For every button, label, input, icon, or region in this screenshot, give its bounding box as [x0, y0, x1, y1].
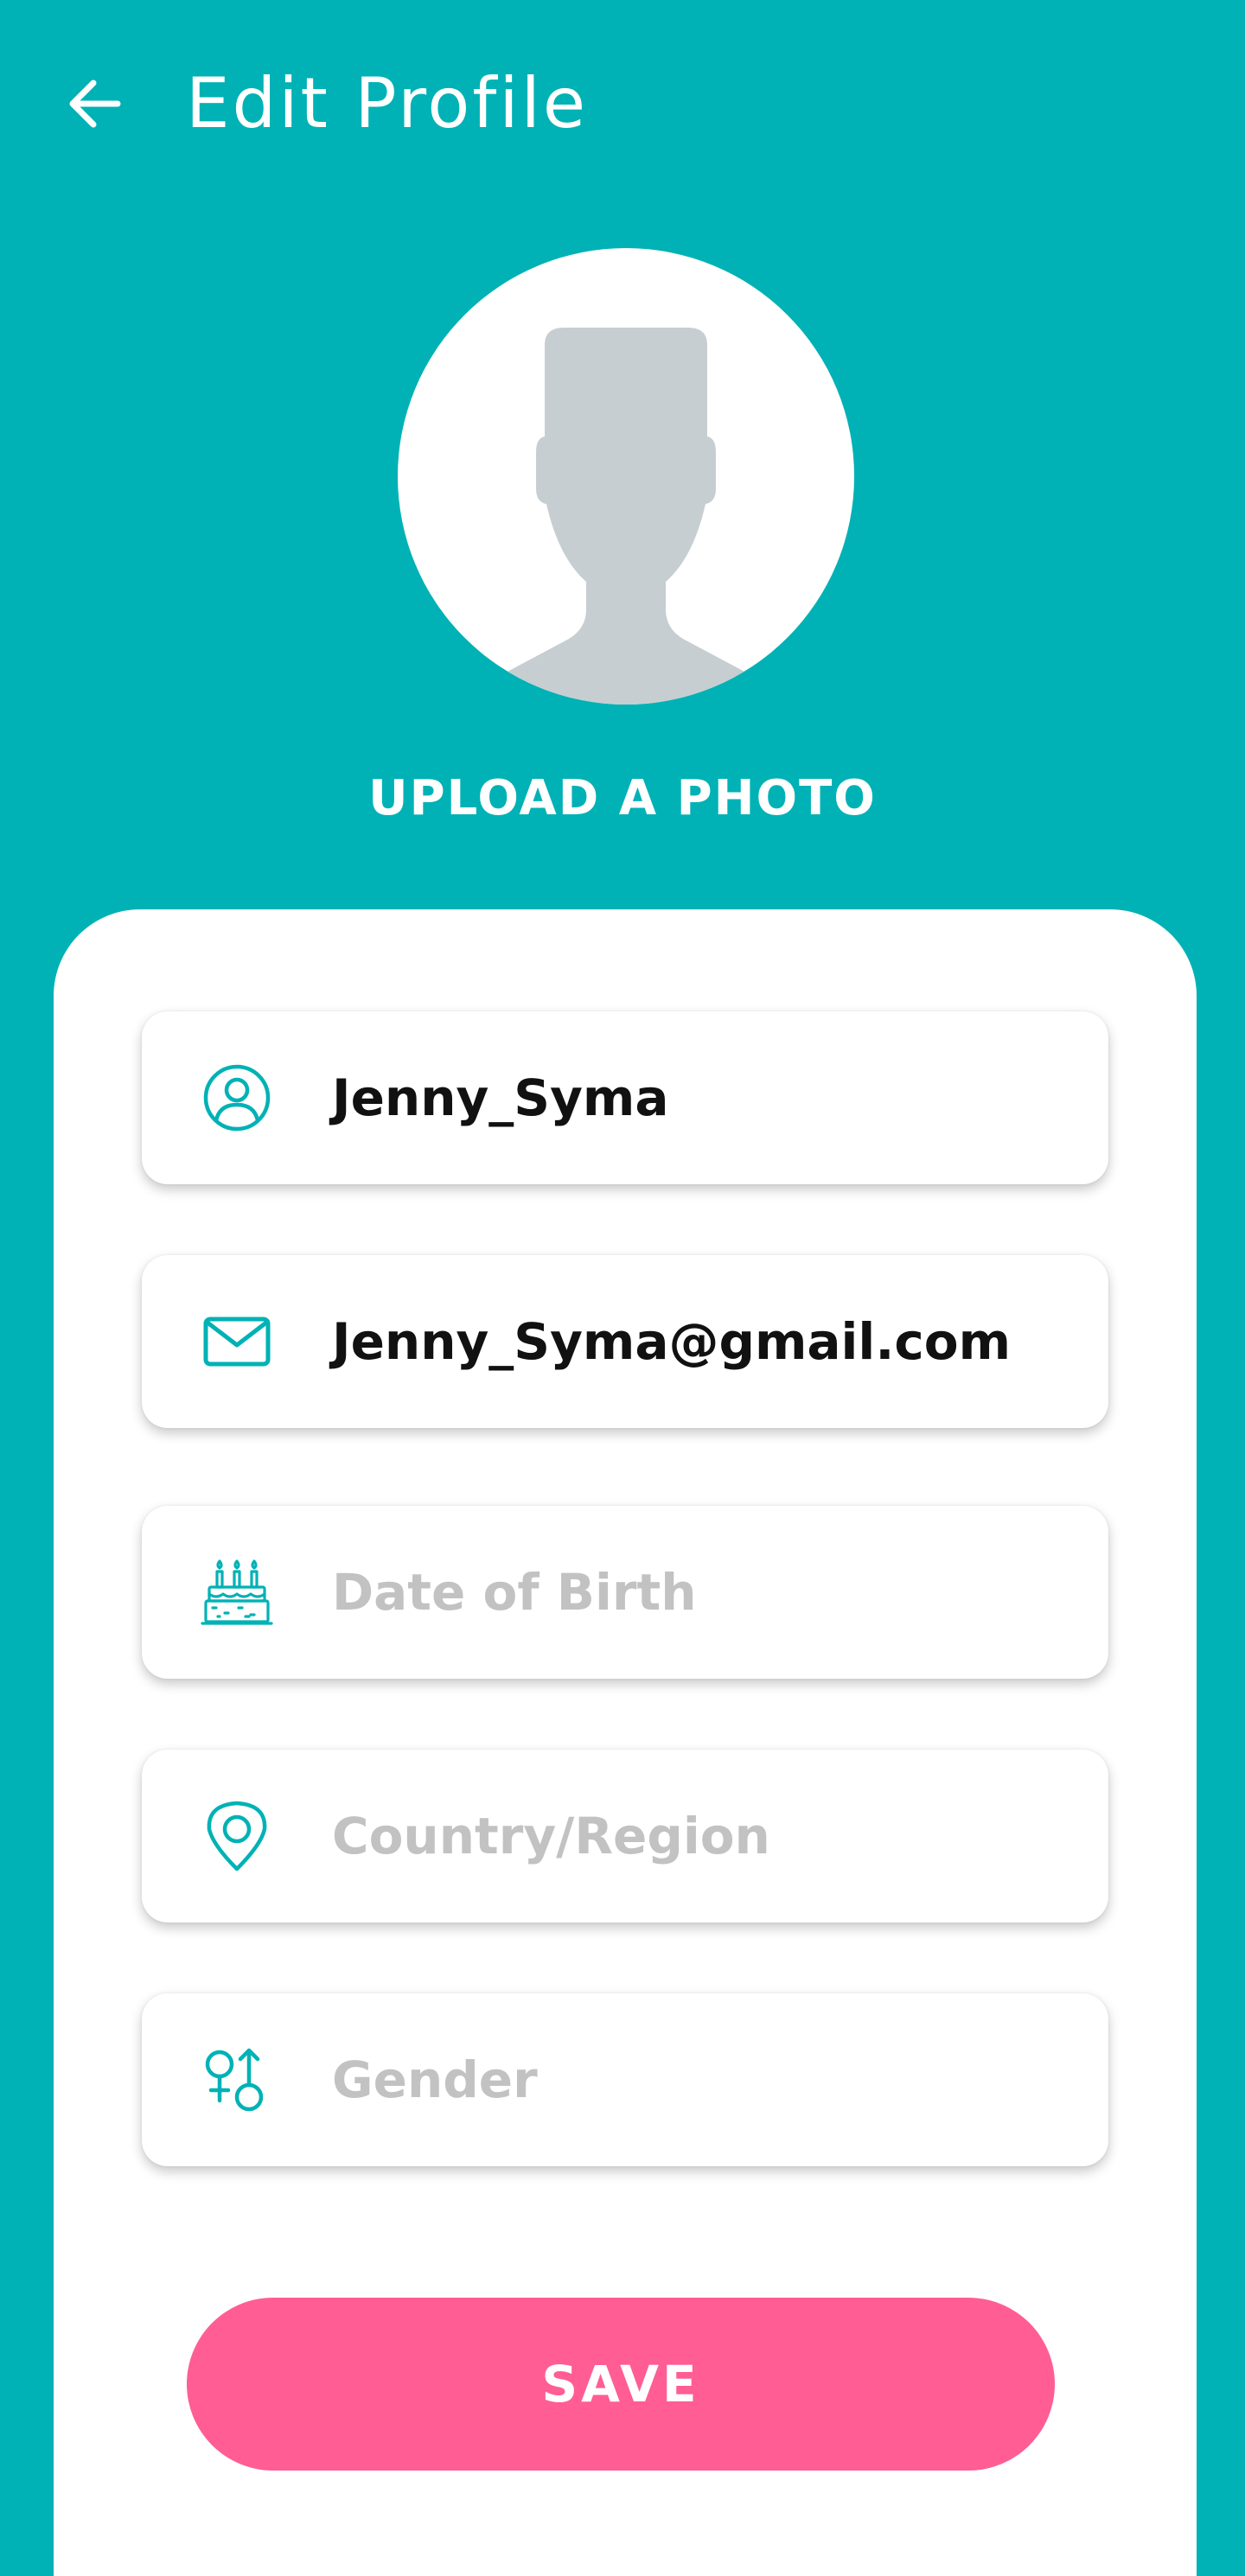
date-of-birth-placeholder: Date of Birth	[332, 1563, 697, 1622]
country-region-placeholder: Country/Region	[332, 1807, 770, 1865]
user-circle-icon	[201, 1062, 273, 1134]
country-region-field[interactable]: Country/Region	[142, 1750, 1108, 1922]
gender-field[interactable]: Gender	[142, 1993, 1108, 2166]
save-button[interactable]: SAVE	[187, 2298, 1055, 2471]
avatar[interactable]	[398, 248, 854, 705]
arrow-left-icon	[69, 80, 121, 128]
email-field[interactable]: Jenny_Syma@gmail.com	[142, 1255, 1108, 1428]
date-of-birth-field[interactable]: Date of Birth	[142, 1506, 1108, 1679]
back-button[interactable]	[61, 69, 130, 138]
upload-photo-link[interactable]: UPLOAD A PHOTO	[0, 768, 1245, 830]
map-pin-icon	[201, 1800, 273, 1872]
birthday-cake-icon	[201, 1556, 273, 1629]
page-title: Edit Profile	[186, 63, 589, 143]
header: Edit Profile	[0, 0, 1245, 207]
envelope-icon	[201, 1305, 273, 1378]
profile-form-card: Jenny_Syma Jenny_Syma@gmail.com Date of …	[54, 909, 1197, 2576]
username-value: Jenny_Syma	[332, 1068, 669, 1127]
gender-icon	[201, 2044, 273, 2116]
email-value: Jenny_Syma@gmail.com	[332, 1312, 1012, 1371]
username-field[interactable]: Jenny_Syma	[142, 1011, 1108, 1184]
user-silhouette-icon	[465, 328, 787, 705]
gender-placeholder: Gender	[332, 2050, 538, 2109]
